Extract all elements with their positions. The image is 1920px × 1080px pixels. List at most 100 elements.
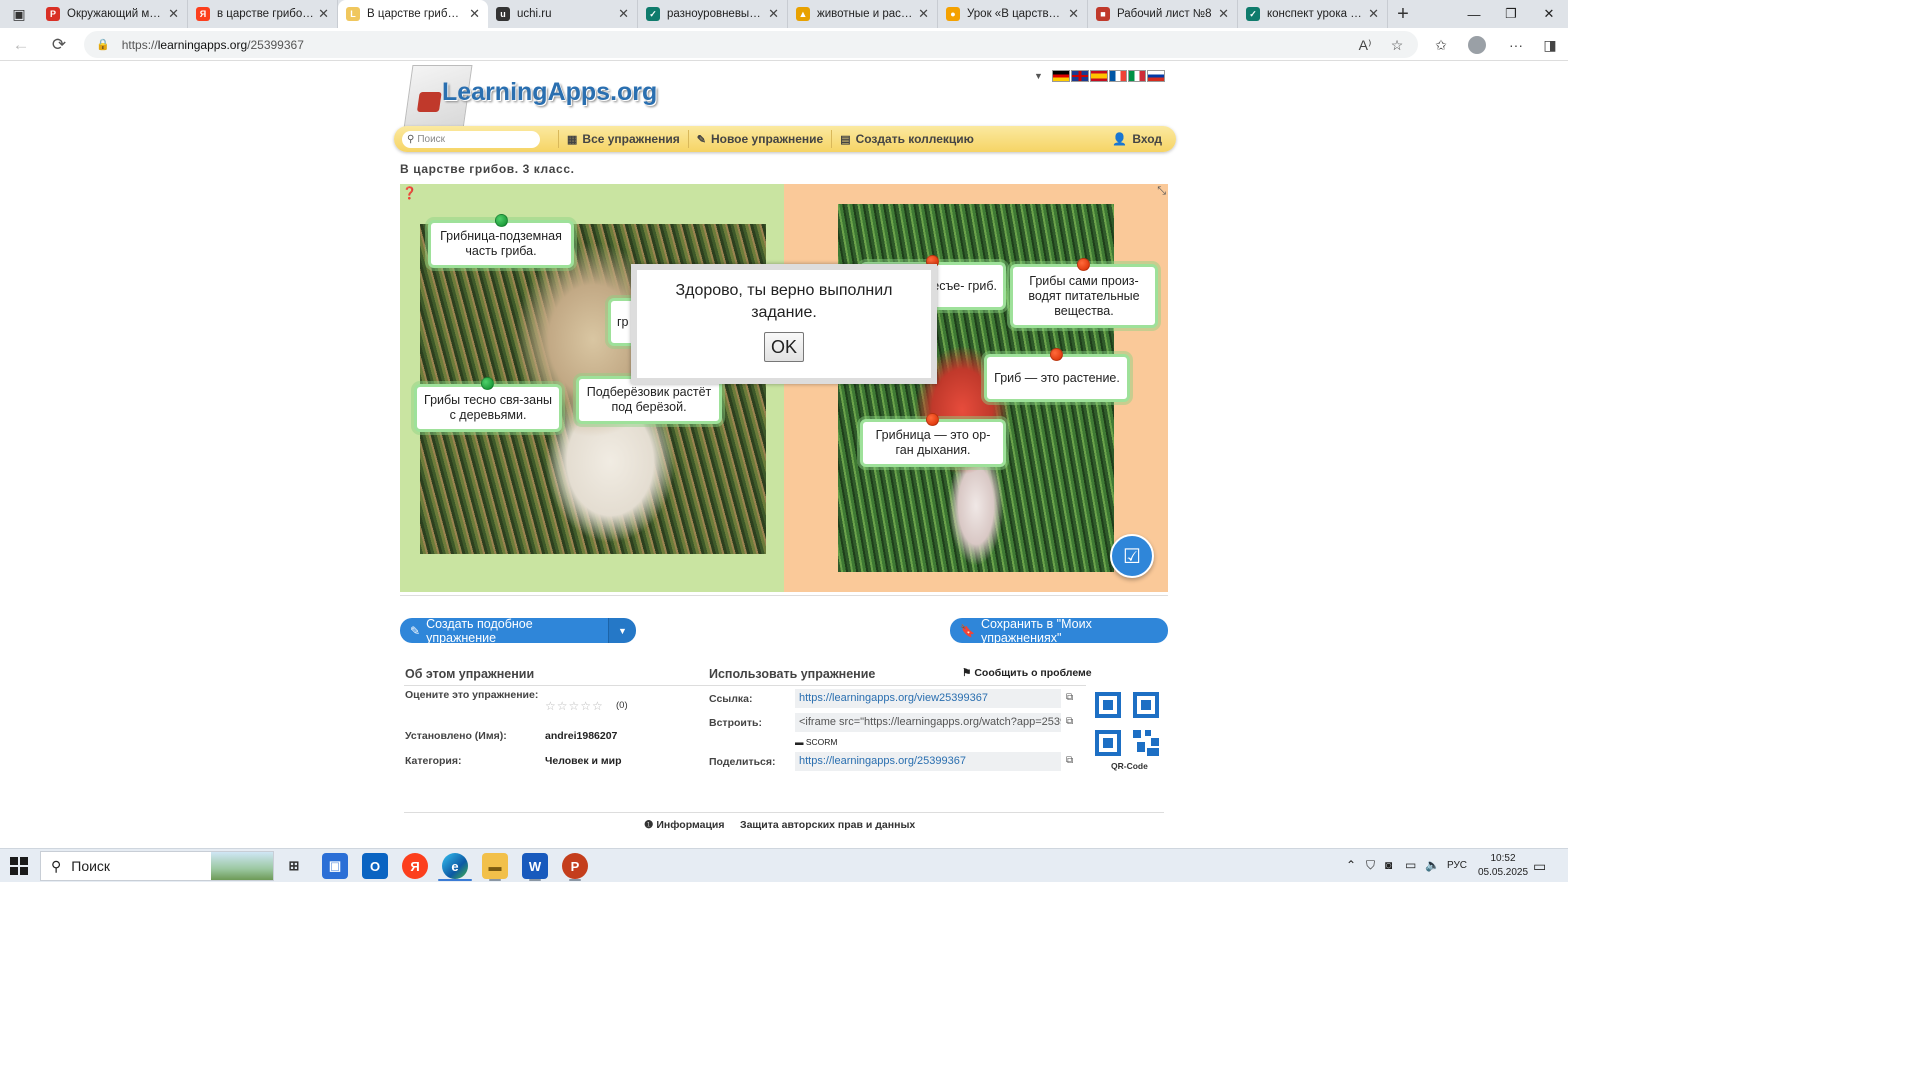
profile-avatar[interactable] [1464,32,1490,58]
read-aloud-icon[interactable]: A⁾ [1352,32,1378,58]
check-icon: ✓ [1246,7,1260,21]
flag-de-icon[interactable] [1051,70,1070,82]
yandex-browser-icon[interactable]: Я [402,853,428,879]
flag-icon: ⚑ [962,667,975,679]
copy-icon[interactable]: ⧉ [1066,716,1073,727]
tab-actions-icon[interactable]: ▣ [0,0,38,28]
collection-icon: ▤ [840,133,851,146]
restore-button[interactable]: ❐ [1492,0,1530,28]
close-tab-icon[interactable]: ✕ [469,6,480,22]
footer-info-link[interactable]: ❶ Информация [644,819,724,831]
volume-icon[interactable]: 🔈 [1425,858,1440,872]
close-tab-icon[interactable]: ✕ [1068,6,1079,22]
clock[interactable]: 10:52 05.05.2025 [1478,852,1528,880]
outlook-icon[interactable]: O [362,853,388,879]
tray-security-icon[interactable]: ⛉ [1366,858,1375,873]
save-label: Сохранить в "Моих упражнениях" [980,616,1092,645]
browser-tab[interactable]: u uchi.ru ✕ [488,0,638,28]
browser-tab[interactable]: ● Урок «В царстве гриб ✕ [938,0,1088,28]
back-button[interactable]: ← [8,32,34,58]
statement-card[interactable]: Гриб — это растение. [984,354,1130,402]
pdf-icon: P [46,7,60,21]
pin-green-icon [495,214,508,227]
notifications-icon[interactable]: ▭ [1533,858,1546,875]
author-label: Установлено (Имя): [405,730,507,742]
close-tab-icon[interactable]: ✕ [618,6,629,22]
taskbar-search[interactable]: ⚲ Поиск [40,851,274,881]
browser-tab[interactable]: Яв царстве грибов 3 кл ✕ [188,0,338,28]
flag-fr-icon[interactable] [1108,70,1127,82]
powerpoint-icon[interactable]: P [562,853,588,879]
close-tab-icon[interactable]: ✕ [168,6,179,22]
statement-card[interactable]: Грибы тесно свя-заны с деревьями. [414,384,562,432]
flag-es-icon[interactable] [1089,70,1108,82]
statement-card[interactable]: Грибница-подземная часть гриба. [428,220,574,268]
share-field[interactable]: https://learningapps.org/25399367 [795,752,1061,771]
store-icon[interactable]: ▣ [322,853,348,879]
file-explorer-icon[interactable]: ▬ [482,853,508,879]
close-tab-icon[interactable]: ✕ [1218,6,1229,22]
new-tab-button[interactable]: + [1388,0,1418,28]
nav-login[interactable]: 👤 Вход [1112,132,1162,146]
browser-tab[interactable]: ▲ животные и растения ✕ [788,0,938,28]
help-icon[interactable]: ❓ [402,186,417,200]
divider [404,685,1086,686]
favorite-star-icon[interactable]: ☆ [1384,32,1410,58]
save-to-my-exercises-button[interactable]: 🔖 Сохранить в "Моих упражнениях" [950,616,1168,645]
exercise-stage: ❓ ⤡ Грибница-подземная часть гриба. гр Г… [400,184,1168,592]
language-dropdown-icon[interactable]: ▼ [1034,71,1043,81]
nav-all-exercises[interactable]: ▦ Все упражнения [558,130,688,148]
start-windows-icon[interactable] [10,857,28,875]
browser-tab[interactable]: P Окружающий мир 3 к ✕ [38,0,188,28]
browser-tab[interactable]: ■ Рабочий лист №8 ✕ [1088,0,1238,28]
search-input[interactable]: ⚲ Поиск [402,130,540,148]
statement-card[interactable]: Грибница — это ор-ган дыхания. [860,419,1006,467]
copy-icon[interactable]: ⧉ [1066,755,1073,766]
more-menu-icon[interactable]: ··· [1503,32,1529,58]
site-logo[interactable]: LearningApps.org [402,62,702,130]
nav-new-exercise[interactable]: ✎ Новое упражнение [687,130,831,148]
qr-code-icon[interactable] [1095,692,1159,756]
close-tab-icon[interactable]: ✕ [768,6,779,22]
close-tab-icon[interactable]: ✕ [1368,6,1379,22]
flag-it-icon[interactable] [1127,70,1146,82]
sidebar-icon[interactable]: ◨ [1537,32,1563,58]
statement-card[interactable]: Грибы сами произ-водят питательные вещес… [1010,264,1158,328]
browser-tab[interactable]: ✓ разноуровневые зада✕ [638,0,788,28]
app-indicator [569,879,581,881]
reload-button[interactable]: ⟳ [46,32,72,58]
report-problem-link[interactable]: ⚑ Сообщить о проблеме [962,667,1092,679]
flag-gb-icon[interactable] [1070,70,1089,82]
edge-icon[interactable]: e [442,853,468,879]
minimize-button[interactable]: — [1455,0,1493,28]
bookmark-icon: 🔖 [960,623,975,638]
embed-field[interactable]: <iframe src="https://learningapps.org/wa… [795,713,1061,732]
dialog-ok-button[interactable]: OK [764,332,804,362]
fullscreen-icon[interactable]: ⤡ [1157,185,1166,198]
close-window-button[interactable]: ✕ [1530,0,1568,28]
flag-ru-icon[interactable] [1146,70,1165,82]
network-icon[interactable]: ▭ [1405,858,1416,872]
footer-privacy-link[interactable]: Защита авторских прав и данных [740,819,915,831]
browser-tab[interactable]: ✓ конспект урока по окр ✕ [1238,0,1388,28]
word-icon[interactable]: W [522,853,548,879]
copy-icon[interactable]: ⧉ [1066,692,1073,703]
tray-app-icon[interactable]: ◙ [1385,858,1392,872]
language-indicator[interactable]: РУС [1447,860,1467,871]
tray-chevron-icon[interactable]: ⌃ [1346,858,1356,872]
rating-stars[interactable]: ☆☆☆☆☆ [545,699,604,713]
create-similar-dropdown-button[interactable]: ▼ [608,618,636,643]
scorm-link[interactable]: ▬ SCORM [795,737,838,747]
link-field[interactable]: https://learningapps.org/view25399367 [795,689,1061,708]
browser-tab[interactable]: L В царстве грибов. 3 к ✕ [338,0,488,28]
create-similar-button[interactable]: ✎ Создать подобное упражнение [400,617,608,645]
url-field[interactable]: 🔒 https://learningapps.org/25399367 [84,31,1418,58]
check-answers-button[interactable]: ☑ [1110,534,1154,578]
task-view-icon[interactable]: ⊞ [281,853,307,879]
favorites-icon[interactable]: ✩ [1428,32,1454,58]
report-label: Сообщить о проблеме [974,667,1092,679]
about-heading: Об этом упражнении [405,667,535,681]
close-tab-icon[interactable]: ✕ [318,6,329,22]
close-tab-icon[interactable]: ✕ [918,6,929,22]
nav-create-collection[interactable]: ▤ Создать коллекцию [831,130,982,148]
